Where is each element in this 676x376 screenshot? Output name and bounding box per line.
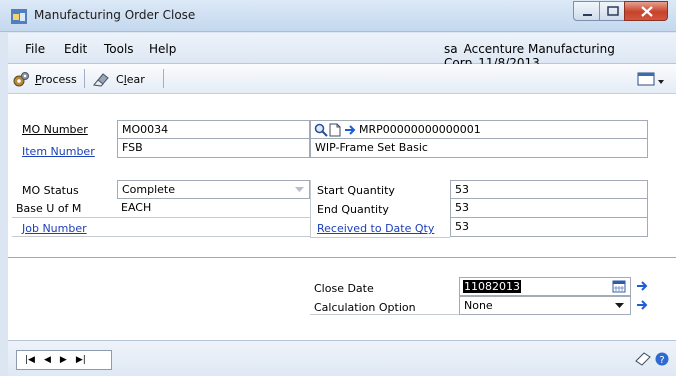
minimize-button[interactable] xyxy=(573,1,600,21)
calendar-icon[interactable] xyxy=(612,280,626,293)
chevron-down-icon xyxy=(295,187,304,192)
received-to-date-link[interactable]: Received to Date Qty xyxy=(317,222,434,235)
window-options-icon xyxy=(637,72,664,85)
close-date-label: Close Date xyxy=(314,282,374,295)
toolbar-divider xyxy=(163,69,164,88)
base-uofm-label: Base U of M xyxy=(12,199,117,218)
first-record-icon[interactable]: |◀ xyxy=(25,355,35,365)
window-icon xyxy=(11,9,27,24)
mo-number-field[interactable]: MO0034 xyxy=(117,120,310,139)
window-title: Manufacturing Order Close xyxy=(34,8,196,22)
toolbar: Process Clear xyxy=(8,64,676,94)
row-line xyxy=(310,314,459,315)
menu-bar: File Edit Tools Help sa Accenture Manufac… xyxy=(8,33,676,70)
calculation-option-value: None xyxy=(464,299,493,312)
section-divider xyxy=(8,257,676,258)
menu-tools[interactable]: Tools xyxy=(104,42,134,56)
title-bar: Manufacturing Order Close xyxy=(0,0,676,32)
calculation-option-select[interactable]: None xyxy=(459,296,631,315)
process-button[interactable]: Process xyxy=(13,70,77,88)
mo-status-field: Complete xyxy=(117,180,310,199)
chevron-down-icon xyxy=(615,303,624,308)
mo-number-label: MO Number xyxy=(22,123,88,136)
arrow-right-icon[interactable] xyxy=(636,279,648,293)
clear-label: Clear xyxy=(116,72,145,86)
arrow-right-icon[interactable] xyxy=(636,298,648,312)
window-options-button[interactable] xyxy=(636,70,666,88)
close-button[interactable] xyxy=(624,1,668,21)
last-record-icon[interactable]: ▶| xyxy=(76,355,86,365)
menu-help[interactable]: Help xyxy=(149,42,176,56)
arrow-right-icon[interactable] xyxy=(344,123,356,137)
menu: File Edit Tools Help xyxy=(8,33,193,64)
record-navigator: |◀ ◀ ▶ ▶| xyxy=(16,350,112,370)
form-panel: MO Number MO0034 MRP00000000000001 Item … xyxy=(8,94,676,340)
previous-record-icon[interactable]: ◀ xyxy=(44,355,51,365)
status-bar: |◀ ◀ ▶ ▶| ? xyxy=(8,340,676,376)
mo-status-label: MO Status xyxy=(22,184,79,197)
item-number-field[interactable]: FSB xyxy=(117,139,310,158)
maximize-button[interactable] xyxy=(599,1,625,21)
new-document-icon[interactable] xyxy=(329,123,341,137)
received-to-date-value: 53 xyxy=(450,218,648,237)
svg-text:?: ? xyxy=(659,355,664,366)
item-number-link[interactable]: Item Number xyxy=(22,145,95,158)
close-date-field[interactable]: 11082013 xyxy=(459,277,631,296)
item-description: WIP-Frame Set Basic xyxy=(310,139,648,158)
menu-file[interactable]: File xyxy=(25,42,45,56)
gears-icon xyxy=(13,71,29,86)
close-date-value: 11082013 xyxy=(463,280,521,293)
group-divider xyxy=(310,237,450,238)
minimize-icon xyxy=(583,14,592,16)
mo-lookup-area: MRP00000000000001 xyxy=(310,120,648,139)
eraser-icon xyxy=(93,72,109,87)
base-uofm-value: EACH xyxy=(117,199,310,218)
note-icon[interactable] xyxy=(634,351,652,367)
end-quantity-label: End Quantity xyxy=(317,203,389,216)
next-record-icon[interactable]: ▶ xyxy=(60,355,67,365)
group-divider xyxy=(310,180,311,237)
job-number-value xyxy=(117,218,310,237)
calculation-option-label: Calculation Option xyxy=(314,301,416,314)
mo-status-value: Complete xyxy=(122,183,176,196)
menu-edit[interactable]: Edit xyxy=(64,42,87,56)
start-quantity-value: 53 xyxy=(450,180,648,199)
end-quantity-value: 53 xyxy=(450,199,648,218)
mo-reference: MRP00000000000001 xyxy=(359,123,481,136)
magnifier-icon[interactable] xyxy=(314,123,328,137)
user-name: sa xyxy=(444,42,458,56)
process-label: Process xyxy=(35,72,77,86)
job-number-row xyxy=(12,218,117,237)
maximize-icon xyxy=(607,6,619,16)
close-icon xyxy=(641,6,653,17)
help-icon[interactable]: ? xyxy=(655,352,669,366)
toolbar-divider xyxy=(84,69,85,88)
clear-button[interactable]: Clear xyxy=(92,70,145,88)
start-quantity-label: Start Quantity xyxy=(317,184,395,197)
